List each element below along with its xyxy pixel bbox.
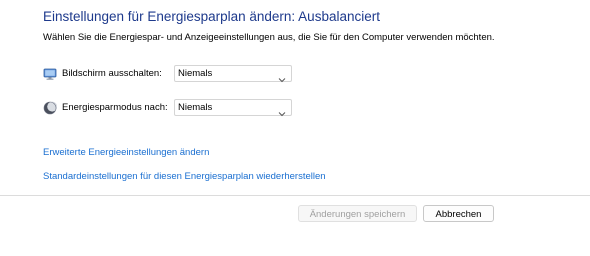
cancel-button[interactable]: Abbrechen [423,205,494,222]
page-subtitle: Wählen Sie die Energiespar- und Anzeigee… [43,32,495,43]
advanced-settings-link[interactable]: Erweiterte Energieeinstellungen ändern [43,147,209,158]
page-title: Einstellungen für Energiesparplan ändern… [43,9,380,24]
chevron-down-icon [278,104,286,117]
save-changes-button[interactable]: Änderungen speichern [298,205,417,222]
divider [0,195,590,196]
chevron-down-icon [278,70,286,83]
moon-icon [43,101,58,115]
sleep-after-select[interactable]: Niemals [174,99,292,117]
restore-defaults-link[interactable]: Standardeinstellungen für diesen Energie… [43,171,326,182]
power-plan-settings-page: Einstellungen für Energiesparplan ändern… [0,0,590,256]
monitor-icon [43,67,57,81]
sleep-after-label: Energiesparmodus nach: [62,102,168,113]
display-off-label: Bildschirm ausschalten: [62,68,162,79]
display-off-select[interactable]: Niemals [174,65,292,83]
setting-row-sleep-after: Energiesparmodus nach: Niemals [43,99,343,117]
sleep-after-value: Niemals [178,102,213,113]
setting-row-display-off: Bildschirm ausschalten: Niemals [43,65,343,83]
display-off-value: Niemals [178,68,213,79]
